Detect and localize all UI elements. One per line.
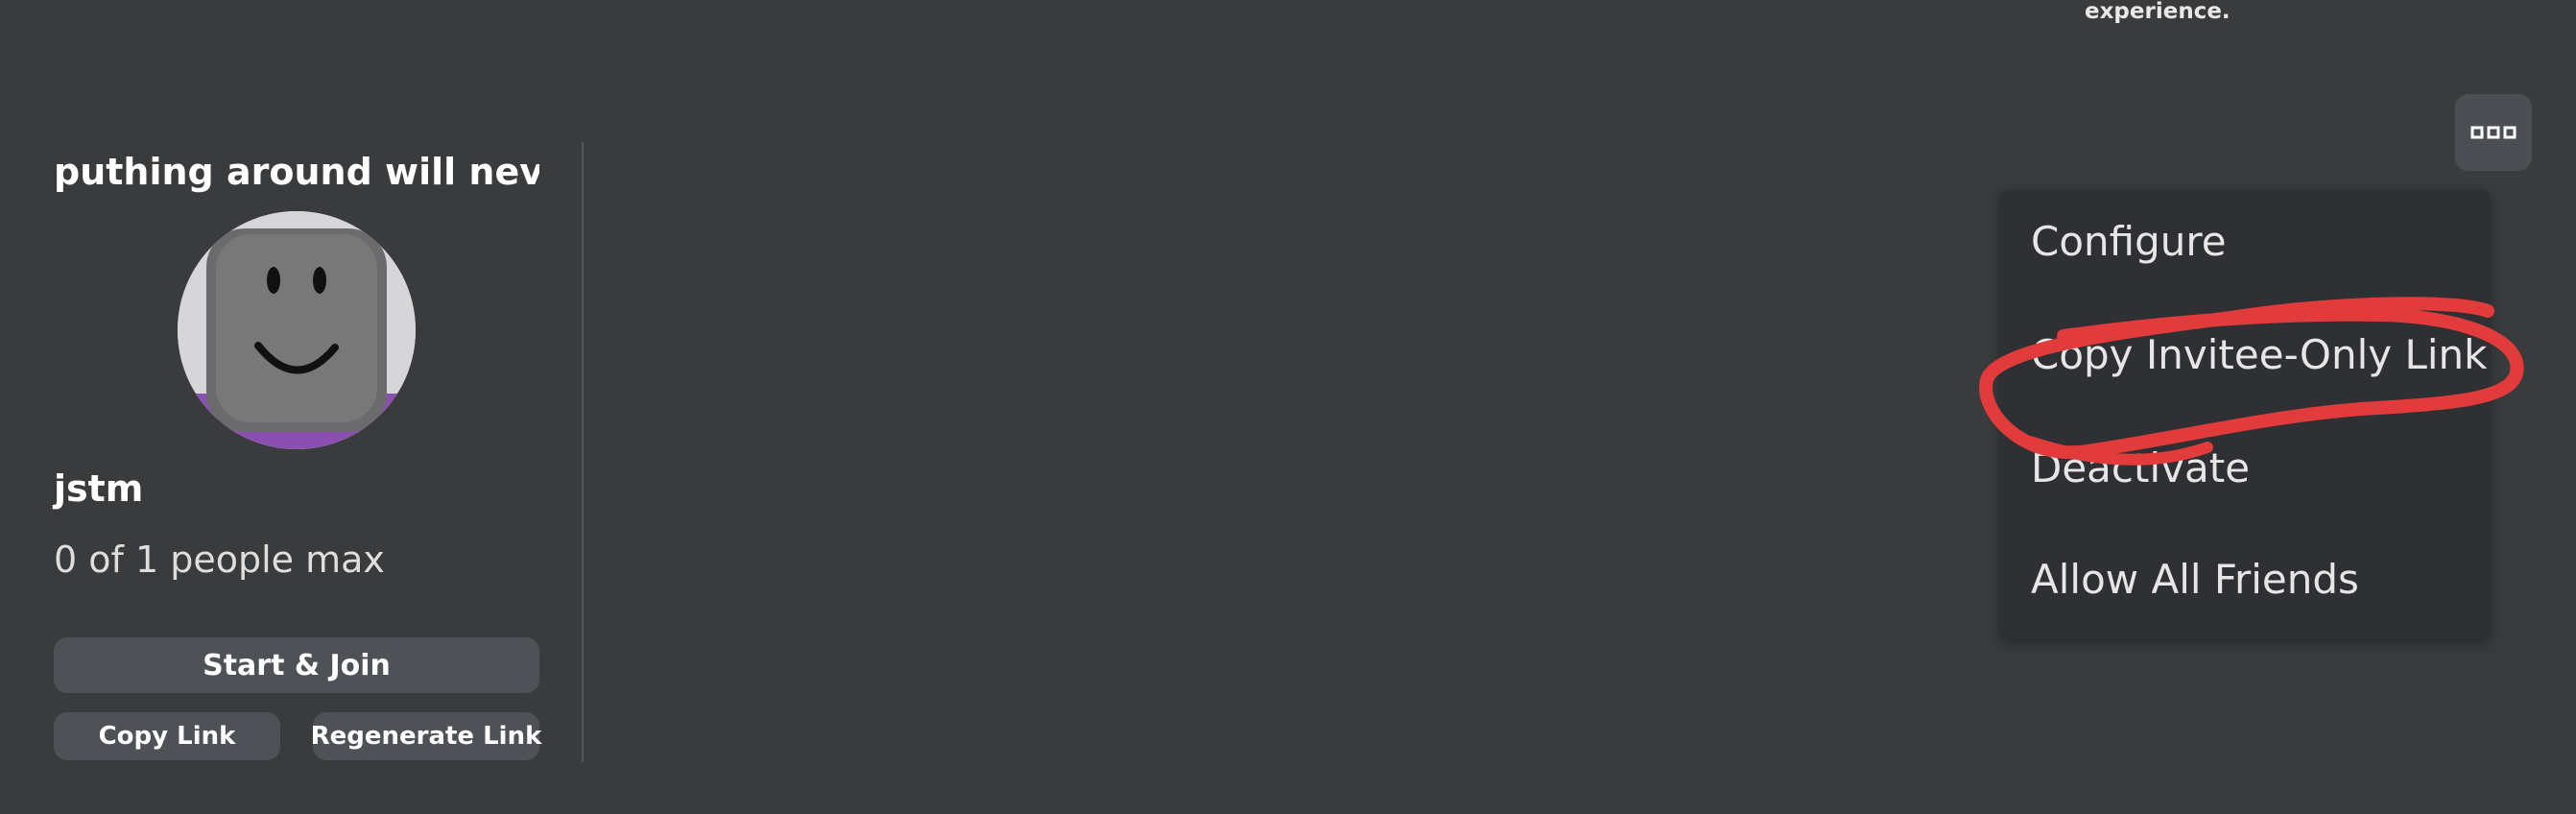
menu-item-deactivate[interactable]: Deactivate <box>2031 442 2250 495</box>
page: experience. puthing around will never js… <box>0 0 2576 814</box>
start-join-button[interactable]: Start & Join <box>54 637 539 693</box>
private-server-card: puthing around will never jstm 0 of 1 pe… <box>0 142 584 762</box>
owner-name[interactable]: jstm <box>54 465 143 513</box>
server-name: puthing around will never <box>54 151 539 193</box>
capacity-text: 0 of 1 people max <box>54 539 385 581</box>
options-menu: Configure Copy Invitee-Only Link Deactiv… <box>2000 190 2490 639</box>
description-text: experience. <box>2085 0 2230 24</box>
copy-link-button[interactable]: Copy Link <box>54 712 280 760</box>
menu-item-copy-invitee-only-link[interactable]: Copy Invitee-Only Link <box>2031 328 2487 382</box>
ellipsis-icon <box>2470 126 2516 139</box>
menu-item-configure[interactable]: Configure <box>2031 215 2227 269</box>
menu-item-allow-all-friends[interactable]: Allow All Friends <box>2031 553 2359 607</box>
regenerate-link-button[interactable]: Regenerate Link <box>311 712 541 760</box>
avatar-head-icon <box>178 211 416 449</box>
more-options-button[interactable] <box>2455 94 2532 171</box>
avatar[interactable] <box>178 211 416 449</box>
